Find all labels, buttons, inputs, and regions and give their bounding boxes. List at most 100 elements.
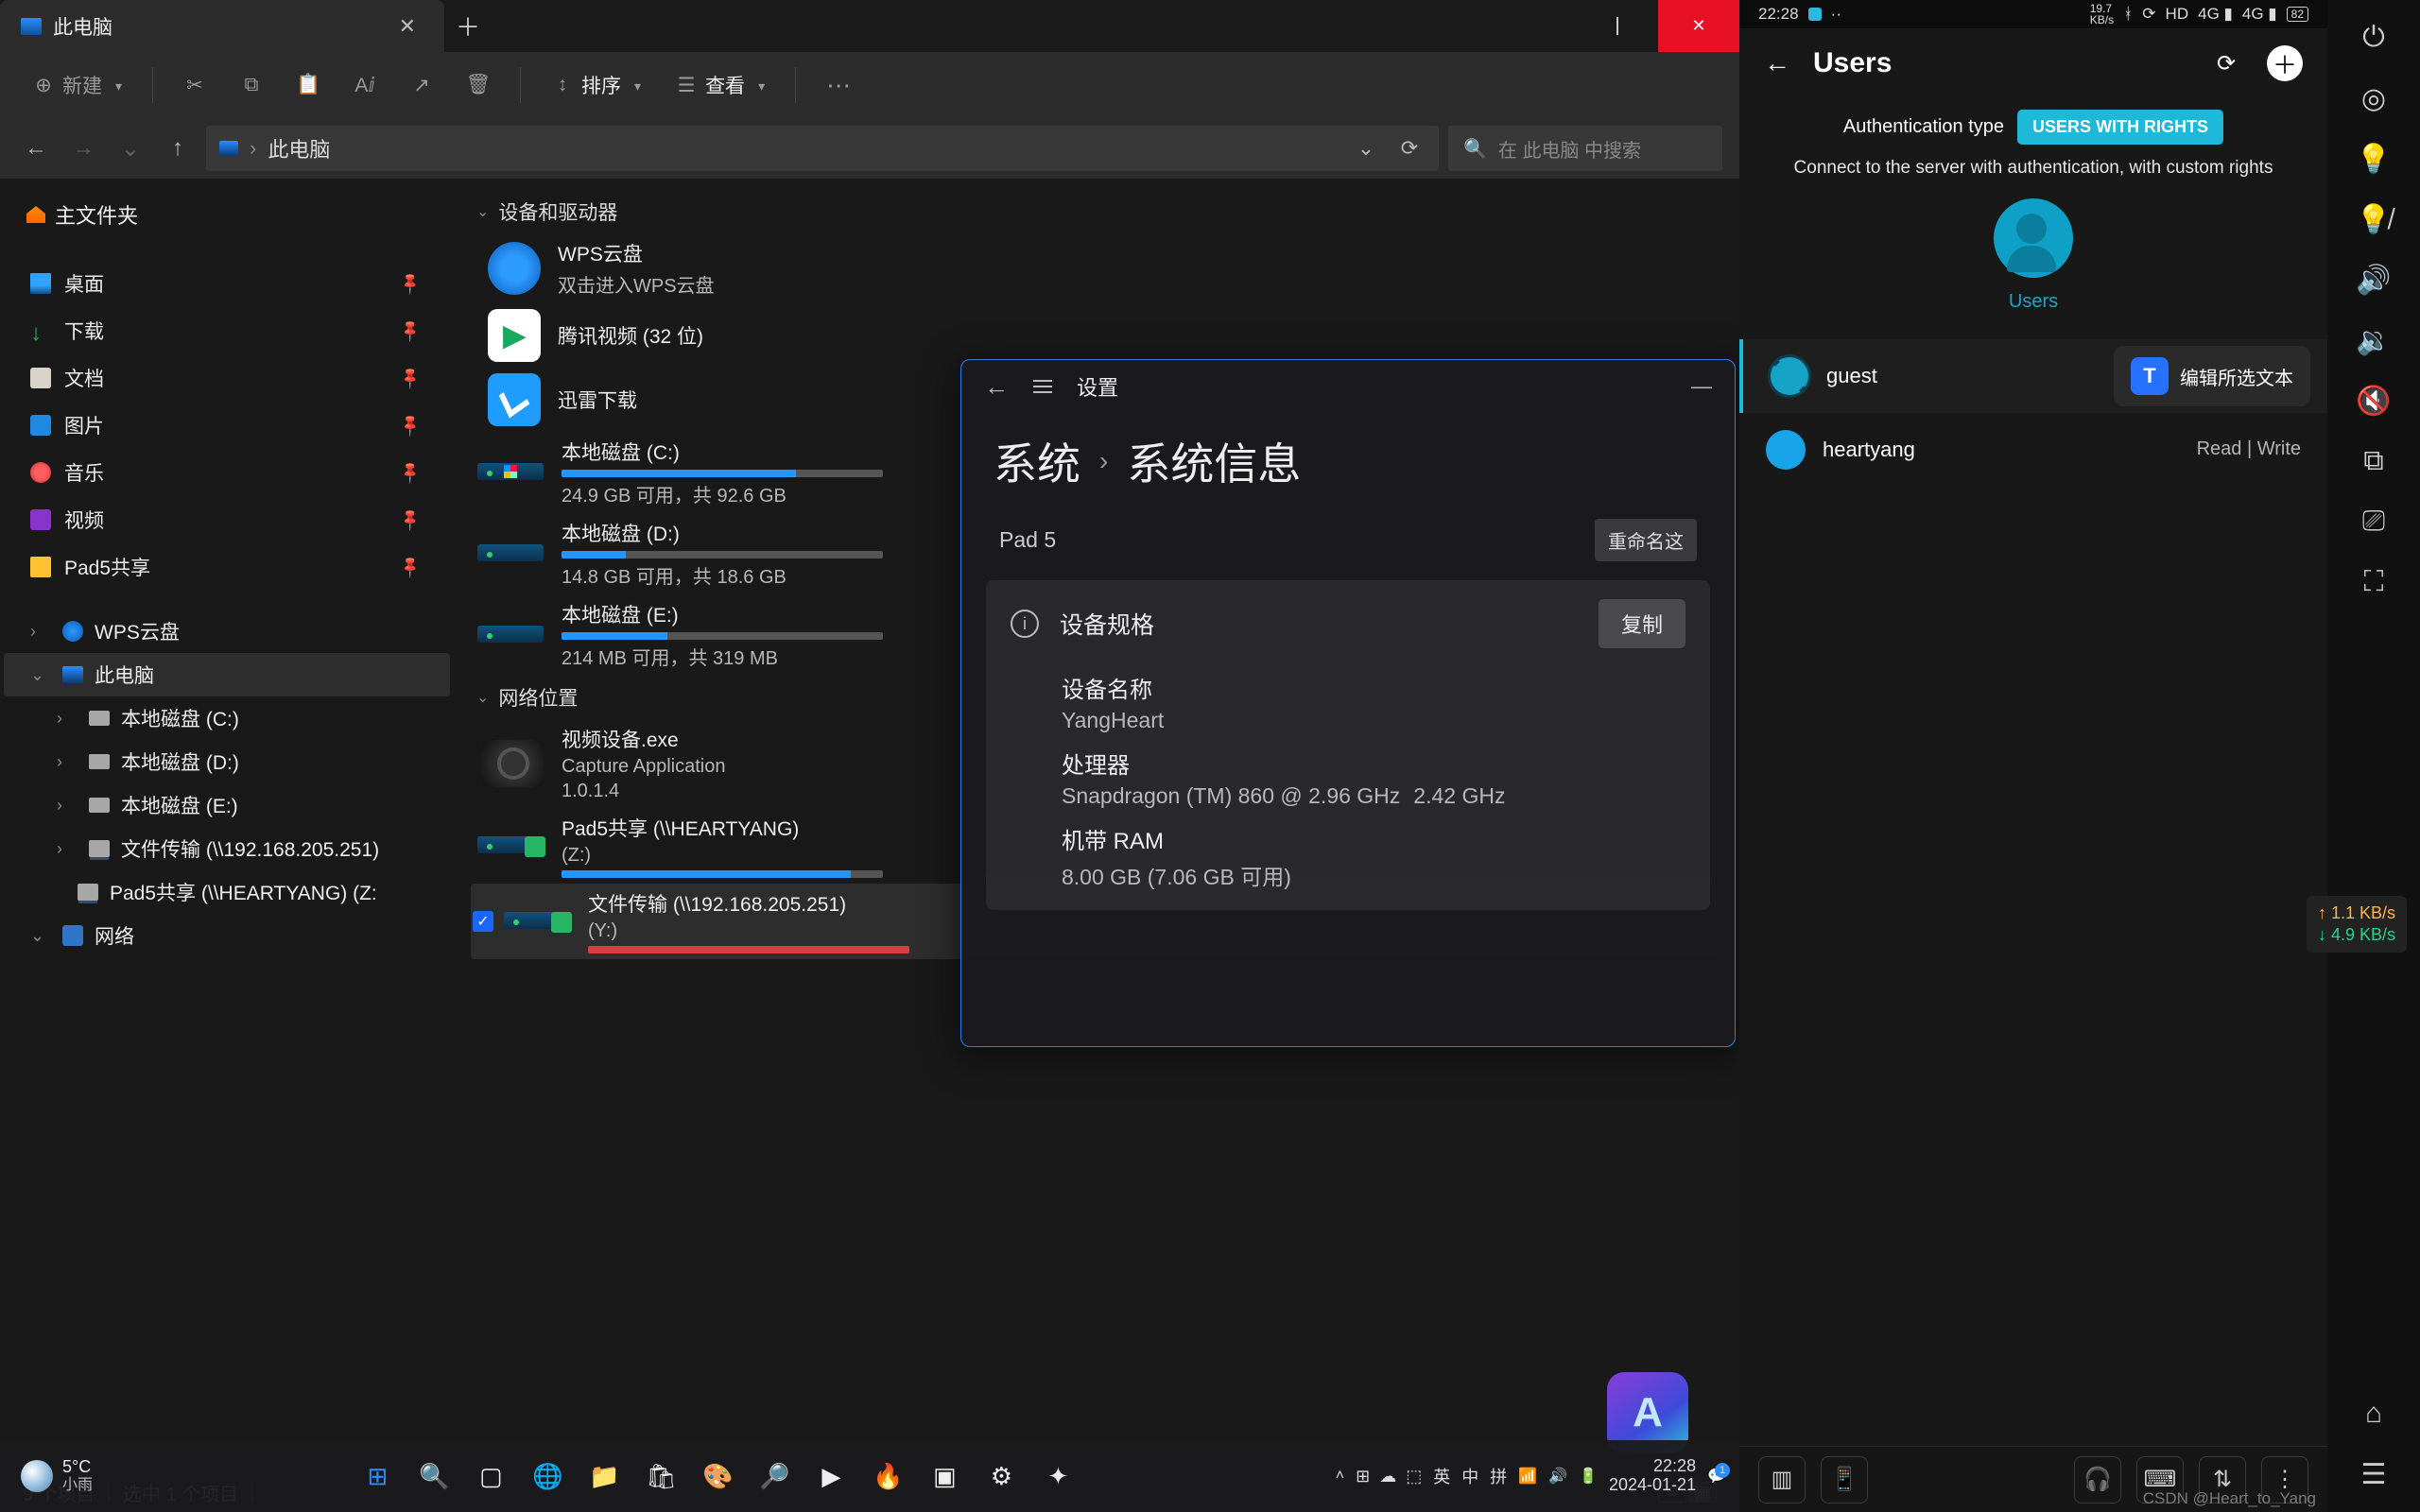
window-close-button[interactable] [1658,0,1739,52]
sidebar-tree-net-pad5[interactable]: Pad5共享 (\\HEARTYANG) (Z: [4,870,450,914]
edge-icon[interactable]: 🌐 [523,1452,572,1501]
app-icon[interactable]: ✦ [1033,1452,1082,1501]
home-icon[interactable]: ⌂ [2351,1391,2396,1436]
taskbar-clock[interactable]: 22:282024-01-21 [1609,1457,1696,1495]
mute-icon[interactable]: 🔇 [2351,378,2396,423]
window-maximize-button[interactable] [1577,0,1658,52]
menu-icon[interactable]: ☰ [2351,1452,2396,1497]
auth-type-badge[interactable]: USERS WITH RIGHTS [2017,110,2223,145]
volume-up-icon[interactable]: 🔊 [2351,257,2396,302]
sidebar-tree-drive-e[interactable]: ›本地磁盘 (E:) [4,783,450,827]
settings-minimize-button[interactable]: — [1691,374,1712,399]
sidebar-item-videos[interactable]: 视频📌 [4,496,450,543]
sidebar-item-downloads[interactable]: 下载📌 [4,307,450,354]
fullscreen-icon[interactable]: ⛶ [2351,559,2396,605]
chevron-right-icon[interactable]: › [57,839,78,859]
app-icon[interactable]: ▶ [806,1452,856,1501]
nav-up-button[interactable]: ↑ [159,129,197,167]
hamburger-icon[interactable] [1033,380,1052,393]
ime-indicator[interactable]: 英 [1433,1464,1450,1488]
view-button[interactable]: ☰查看 [662,63,778,107]
battery-icon[interactable]: 🔋 [1579,1467,1598,1486]
breadcrumb[interactable]: 此电脑 [268,133,330,163]
sidebar-item-music[interactable]: 音乐📌 [4,449,450,496]
paste-button[interactable]: 📋 [284,66,333,104]
phone-icon[interactable]: 📱 [1821,1456,1868,1503]
address-dropdown-icon[interactable]: ⌄ [1350,132,1382,164]
item-wps-cloud[interactable]: WPS云盘双击进入WPS云盘 [471,233,1722,303]
bulb-icon[interactable]: 💡 [2351,136,2396,181]
sort-button[interactable]: ↕排序 [538,63,654,107]
sidebar-home[interactable]: 主文件夹 [4,188,450,241]
tab-close-icon[interactable]: ✕ [391,10,424,43]
sidebar-item-pictures[interactable]: 图片📌 [4,402,450,449]
volume-icon[interactable]: 🔊 [1548,1467,1567,1486]
sidebar-tree-wps[interactable]: ›WPS云盘 [4,610,450,653]
checkbox-checked-icon[interactable]: ✓ [473,911,493,932]
chevron-right-icon[interactable]: › [57,752,78,772]
chevron-down-icon[interactable]: ⌄ [30,926,51,946]
breadcrumb-system[interactable]: 系统 [994,430,1080,492]
tab-this-pc[interactable]: 此电脑 ✕ [0,0,444,52]
nav-back-button[interactable]: ← [17,129,55,167]
tray-icon[interactable]: ☁ [1379,1467,1396,1486]
search-input[interactable]: 🔍 在 此电脑 中搜索 [1448,126,1722,171]
ime-indicator[interactable]: 中 [1461,1464,1478,1488]
nav-recent-button[interactable]: ⌄ [112,129,149,167]
headphones-icon[interactable]: 🎧 [2074,1456,2121,1503]
bulb-off-icon[interactable]: 💡̸ [2351,197,2396,242]
search-button[interactable]: 🔍 [409,1452,458,1501]
weather-widget[interactable]: 5°C小雨 [13,1458,100,1493]
chevron-right-icon[interactable]: › [30,622,51,642]
delete-button[interactable]: 🗑 [454,66,503,104]
chevron-down-icon[interactable]: ⌄ [30,665,51,685]
rotate-icon[interactable]: ◎ [2351,76,2396,121]
store-icon[interactable]: 🛍 [636,1452,685,1501]
start-button[interactable]: ⊞ [353,1452,402,1501]
address-bar[interactable]: › 此电脑 ⌄ ⟳ [206,126,1439,171]
section-devices-header[interactable]: ⌄设备和驱动器 [471,190,1722,233]
user-row-heartyang[interactable]: heartyang Read | Write [1739,413,2327,487]
more-button[interactable]: ⋯ [813,63,864,108]
item-tencent-video[interactable]: ▶ 腾讯视频 (32 位) [471,303,1722,368]
app-icon[interactable]: 🔥 [863,1452,912,1501]
chevron-right-icon[interactable]: › [57,796,78,816]
app-icon[interactable]: 🎨 [693,1452,742,1501]
sidebar-tree-drive-d[interactable]: ›本地磁盘 (D:) [4,740,450,783]
tray-chevron-icon[interactable]: ˄ [1336,1468,1344,1485]
refresh-button[interactable]: ⟳ [2208,45,2244,81]
back-button[interactable]: ← [1764,48,1790,78]
notifications-icon[interactable]: 💬1 [1707,1467,1726,1486]
terminal-icon[interactable]: ▣ [920,1452,969,1501]
settings-back-button[interactable]: ← [984,372,1009,402]
new-tab-button[interactable]: ＋ [444,0,492,52]
tray-icon[interactable]: ⬚ [1406,1467,1422,1486]
volume-down-icon[interactable]: 🔉 [2351,318,2396,363]
address-refresh-icon[interactable]: ⟳ [1393,132,1426,164]
sidebar-item-desktop[interactable]: 桌面📌 [4,260,450,307]
copy-button[interactable]: ⧉ [227,66,276,104]
everything-icon[interactable]: 🔎 [750,1452,799,1501]
pages-icon[interactable]: ▥ [1758,1456,1806,1503]
system-tray[interactable]: ⊞ ☁ ⬚ [1356,1467,1422,1486]
add-user-button[interactable]: ＋ [2267,45,2303,81]
nav-forward-button[interactable]: → [64,129,102,167]
sidebar-tree-drive-c[interactable]: ›本地磁盘 (C:) [4,696,450,740]
window-minimize-button[interactable] [1495,0,1577,52]
sidebar-tree-this-pc[interactable]: ⌄此电脑 [4,653,450,696]
new-button[interactable]: ⊕新建 [19,63,135,107]
edit-text-popup[interactable]: T 编辑所选文本 [2114,346,2310,406]
explorer-icon[interactable]: 📁 [579,1452,629,1501]
users-group-icon[interactable]: Users [1739,198,2327,313]
share-button[interactable]: ↗ [397,66,446,104]
sidebar-tree-network[interactable]: ⌄网络 [4,914,450,957]
settings-icon[interactable]: ⚙ [977,1452,1026,1501]
sidebar-item-documents[interactable]: 文档📌 [4,354,450,402]
tray-icon[interactable]: ⊞ [1356,1467,1370,1486]
sidebar-item-pad5[interactable]: Pad5共享📌 [4,543,450,591]
task-view-button[interactable]: ▢ [466,1452,515,1501]
copy-specs-button[interactable]: 复制 [1599,599,1685,648]
rename-button[interactable]: Aⅈ [340,66,389,104]
rename-pc-button[interactable]: 重命名这 [1595,519,1697,561]
crop-icon[interactable]: ⧉ [2351,438,2396,484]
